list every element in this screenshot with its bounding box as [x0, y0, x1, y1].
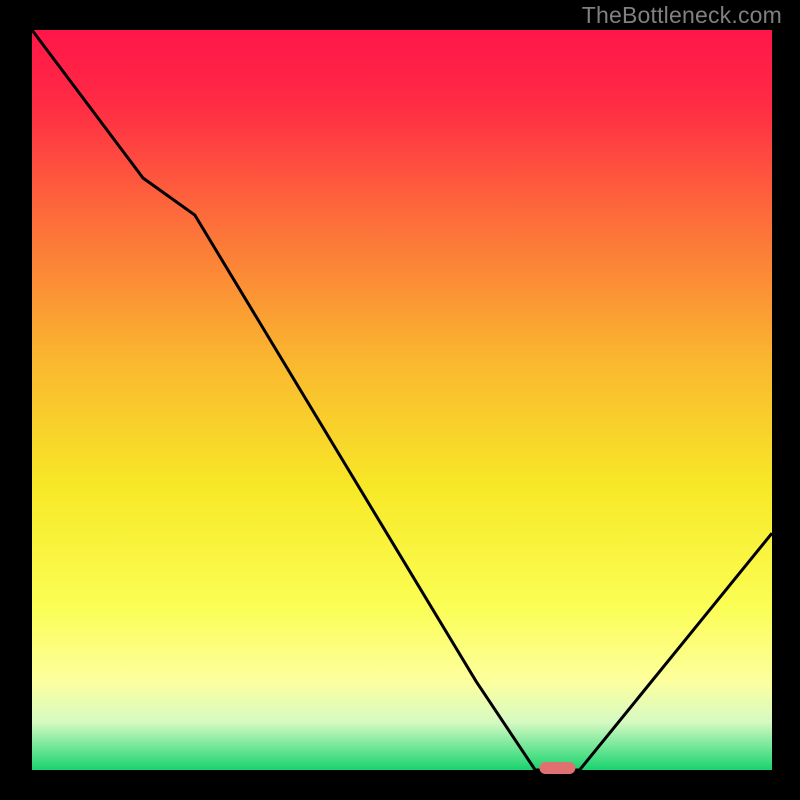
plot-background	[32, 30, 772, 770]
bottleneck-chart	[0, 0, 800, 800]
chart-frame: TheBottleneck.com	[0, 0, 800, 800]
optimal-marker	[539, 762, 575, 774]
